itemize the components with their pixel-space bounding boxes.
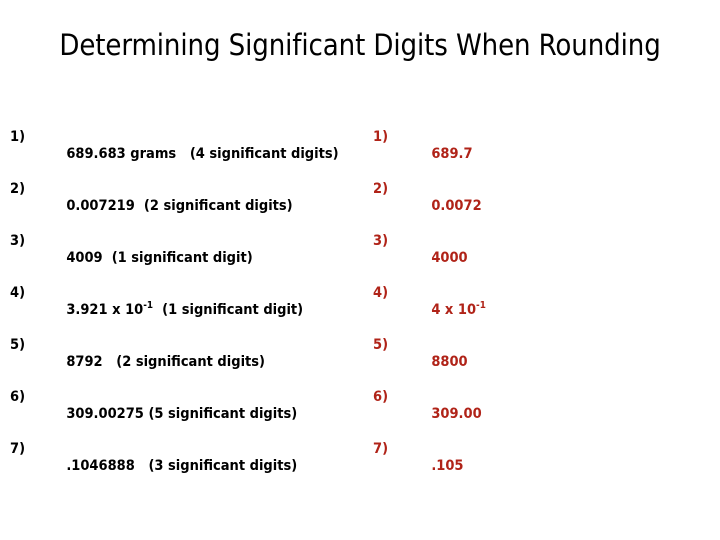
answer-value: .105	[431, 458, 464, 474]
answer-body: .105	[395, 441, 464, 492]
problem-note: (1 significant digit)	[111, 250, 253, 266]
problem-marker: 2)	[10, 181, 26, 197]
answer-body: 309.00	[395, 389, 482, 440]
answer-body: 8800	[395, 337, 468, 388]
problem-value: 8792	[66, 354, 103, 370]
problem-value: 3.921 x 10	[66, 302, 144, 318]
answer-row: 5) 8800	[373, 337, 703, 389]
answer-body: 689.7	[395, 129, 473, 180]
answer-value: 8800	[431, 354, 468, 370]
answer-body: 4 x 10-1	[395, 285, 486, 336]
problem-body: 309.00275 (5 significant digits)	[30, 389, 297, 440]
problem-marker: 7)	[10, 441, 26, 457]
problems-column: 1) 689.683 grams (4 significant digits) …	[10, 129, 360, 493]
answer-body: 0.0072	[395, 181, 482, 232]
answer-value: 4000	[431, 250, 468, 266]
problem-spacer	[135, 458, 149, 474]
answer-marker: 4)	[373, 285, 389, 301]
problem-value: .1046888	[66, 458, 135, 474]
problem-marker: 1)	[10, 129, 26, 145]
problem-note: (2 significant digits)	[116, 354, 266, 370]
answer-row: 4) 4 x 10-1	[373, 285, 703, 337]
problem-value: 309.00275	[66, 406, 144, 422]
problem-value: 689.683 grams	[66, 146, 177, 162]
problem-note: (2 significant digits)	[143, 198, 293, 214]
problem-body: 689.683 grams (4 significant digits)	[30, 129, 339, 180]
problem-row: 4) 3.921 x 10-1 (1 significant digit)	[10, 285, 360, 337]
problem-value: 4009	[66, 250, 103, 266]
problem-note: (5 significant digits)	[148, 406, 298, 422]
problem-row: 7) .1046888 (3 significant digits)	[10, 441, 360, 493]
problem-body: 0.007219 (2 significant digits)	[30, 181, 293, 232]
problem-marker: 6)	[10, 389, 26, 405]
problem-body: .1046888 (3 significant digits)	[30, 441, 297, 492]
problem-body: 3.921 x 10-1 (1 significant digit)	[30, 285, 303, 336]
answer-marker: 3)	[373, 233, 389, 249]
problem-marker: 5)	[10, 337, 26, 353]
answer-marker: 6)	[373, 389, 389, 405]
problem-row: 6) 309.00275 (5 significant digits)	[10, 389, 360, 441]
answer-marker: 5)	[373, 337, 389, 353]
problem-body: 8792 (2 significant digits)	[30, 337, 265, 388]
answer-row: 2) 0.0072	[373, 181, 703, 233]
answer-marker: 1)	[373, 129, 389, 145]
problem-spacer	[176, 146, 190, 162]
answer-value: 0.0072	[431, 198, 482, 214]
problem-row: 3) 4009 (1 significant digit)	[10, 233, 360, 285]
problem-marker: 3)	[10, 233, 26, 249]
slide-canvas: Determining Significant Digits When Roun…	[0, 0, 720, 540]
answer-value: 309.00	[431, 406, 482, 422]
problem-row: 5) 8792 (2 significant digits)	[10, 337, 360, 389]
answer-body: 4000	[395, 233, 468, 284]
answer-exponent: -1	[476, 300, 486, 312]
answer-marker: 2)	[373, 181, 389, 197]
problem-spacer	[153, 302, 162, 318]
problem-exponent: -1	[143, 300, 154, 312]
answer-value: 689.7	[431, 146, 473, 162]
answer-value: 4 x 10	[431, 302, 477, 318]
problem-row: 1) 689.683 grams (4 significant digits)	[10, 129, 360, 181]
answer-marker: 7)	[373, 441, 389, 457]
problem-note: (4 significant digits)	[189, 146, 339, 162]
problem-spacer	[103, 354, 117, 370]
problem-marker: 4)	[10, 285, 26, 301]
problem-row: 2) 0.007219 (2 significant digits)	[10, 181, 360, 233]
answer-row: 6) 309.00	[373, 389, 703, 441]
answer-row: 7) .105	[373, 441, 703, 493]
answers-column: 1) 689.7 2) 0.0072 3) 4000 4) 4 x 10-1 5…	[373, 129, 703, 493]
problem-value: 0.007219	[66, 198, 135, 214]
problem-spacer	[135, 198, 144, 214]
answer-row: 3) 4000	[373, 233, 703, 285]
page-title: Determining Significant Digits When Roun…	[59, 28, 661, 62]
problem-body: 4009 (1 significant digit)	[30, 233, 253, 284]
problem-note: (1 significant digit)	[162, 302, 304, 318]
answer-row: 1) 689.7	[373, 129, 703, 181]
problem-spacer	[103, 250, 112, 266]
problem-note: (3 significant digits)	[148, 458, 298, 474]
